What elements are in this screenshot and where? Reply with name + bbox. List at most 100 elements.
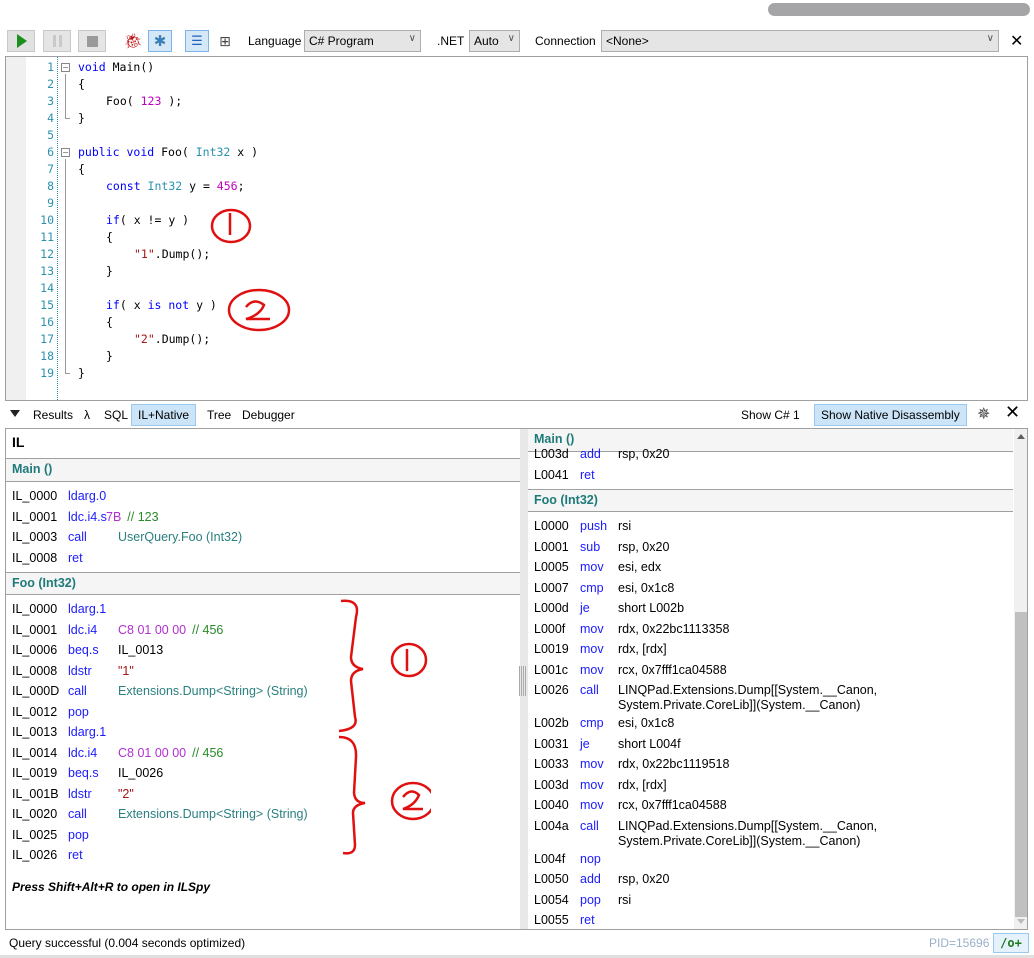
il-opcode: ldstr [68, 663, 92, 678]
chevron-down-icon: ∨ [986, 33, 994, 44]
native-row: L0050 add rsp, 0x20 [534, 869, 1013, 890]
il-section-header: Main () [6, 459, 520, 482]
il-offset: IL_0000 [12, 489, 58, 503]
native-mnemonic: cmp [580, 580, 604, 595]
native-operand: rdx, 0x22bc1119518 [618, 757, 730, 771]
native-address: L003d [534, 777, 569, 792]
il-operand: "1" [118, 661, 134, 682]
native-row: L0055 ret [534, 910, 1013, 929]
native-mnemonic: mov [580, 777, 604, 792]
code-text: if( x is not y ) [106, 298, 217, 312]
code-text: { [106, 230, 113, 244]
tab-tree[interactable]: Tree [201, 404, 237, 426]
dotnet-label: .NET [437, 34, 465, 48]
scroll-down-icon[interactable] [1017, 919, 1025, 924]
native-row: L0033 mov rdx, 0x22bc1119518 [534, 754, 1013, 775]
line-number: 10 [40, 213, 54, 227]
tab-lambda[interactable]: λ [78, 404, 96, 426]
native-operand [618, 852, 1013, 867]
il-title: IL [6, 429, 520, 459]
scroll-up-icon[interactable] [1017, 434, 1025, 439]
native-mnemonic: pop [580, 892, 601, 907]
code-text: void Main() [78, 60, 155, 74]
native-operand [618, 913, 1013, 928]
code-editor[interactable]: − − 1 void Main() 2 { 3 Foo( 123 ); 4} 5 6 p… [5, 56, 1028, 401]
il-operand: C8 01 00 00 // 456 [118, 620, 223, 641]
il-comment: // 456 [192, 622, 224, 637]
native-operand: esi, 0x1c8 [618, 716, 675, 730]
native-operand [618, 468, 1013, 483]
show-native-disassembly-button[interactable]: Show Native Disassembly [814, 404, 967, 426]
tab-sql[interactable]: SQL [98, 404, 134, 426]
optimize-toggle[interactable]: /o+ [993, 933, 1029, 953]
il-offset: IL_0006 [12, 643, 58, 657]
native-address: L0026 [534, 683, 569, 697]
native-operand: rsp, 0x20 [618, 447, 670, 461]
annotation-circle-2 [227, 288, 291, 332]
close-panel-icon[interactable]: ✕ [1005, 402, 1020, 423]
il-row: IL_0025 pop [12, 825, 520, 846]
il-row: IL_001B ldstr "2" [12, 784, 520, 805]
run-button[interactable] [7, 30, 35, 52]
il-operand-value: C8 01 00 00 [118, 745, 187, 760]
fold-toggle-icon[interactable]: − [61, 148, 70, 157]
grid-view-icon[interactable]: ⊞ [213, 30, 237, 52]
native-row: L0019 mov rdx, [rdx] [534, 639, 1013, 660]
il-offset: IL_0013 [12, 725, 58, 739]
tab-debugger[interactable]: Debugger [236, 404, 301, 426]
connection-select[interactable]: <None> ∨ [601, 30, 999, 52]
dotnet-select[interactable]: Auto ∨ [469, 30, 520, 52]
il-row: IL_000D call Extensions.Dump<String> (Stri… [12, 681, 520, 702]
collapse-triangle-icon[interactable] [10, 410, 20, 417]
scrollbar-thumb[interactable] [1015, 612, 1027, 917]
native-address: L0019 [534, 642, 569, 656]
native-address: L000d [534, 601, 569, 615]
native-pane: Main () L003d add rsp, 0x20 L0041 ret Foo (I… [528, 429, 1013, 929]
native-mnemonic: mov [580, 621, 604, 636]
line-number: 1 [47, 60, 54, 74]
il-opcode: ldarg.0 [68, 489, 107, 503]
il-comment: // 456 [192, 745, 224, 760]
native-operand: rdx, 0x22bc1113358 [618, 621, 730, 636]
il-operand-value: C8 01 00 00 [118, 622, 187, 637]
tab-il-native[interactable]: IL+Native [131, 404, 197, 426]
chevron-down-icon: ∨ [408, 33, 416, 44]
output-panel: IL Main () IL_0000 ldarg.0 IL_0001 ldc.i4.s… [5, 428, 1028, 930]
native-mnemonic: nop [580, 851, 601, 866]
splitter-grip[interactable] [519, 666, 526, 696]
list-view-icon[interactable]: ☰ [185, 30, 209, 52]
native-mnemonic: cmp [580, 716, 604, 730]
vertical-scrollbar[interactable] [1014, 429, 1027, 929]
language-value: C# Program [309, 34, 374, 48]
il-opcode: ret [68, 848, 83, 862]
native-row: L0054 pop rsi [534, 890, 1013, 911]
pause-button[interactable] [43, 30, 71, 52]
spinner-icon: ✵ [977, 406, 991, 423]
line-number: 14 [40, 281, 54, 295]
language-select[interactable]: C# Program ∨ [304, 30, 421, 52]
bug-icon[interactable]: 🐞︎ [121, 30, 145, 52]
code-text: } [78, 366, 85, 380]
tab-results[interactable]: Results [27, 404, 79, 426]
il-operand: C8 01 00 00 // 456 [118, 743, 223, 764]
close-query-icon[interactable]: ✕ [1010, 31, 1023, 51]
stop-icon [86, 35, 98, 47]
stop-button[interactable] [78, 30, 106, 52]
play-icon [17, 34, 27, 48]
il-row: IL_0000 ldarg.0 [12, 486, 520, 507]
il-row: IL_0008 ldstr "1" [12, 661, 520, 682]
show-csharp-button[interactable]: Show C# 1 [735, 404, 806, 426]
il-offset: IL_0001 [12, 509, 58, 524]
status-text: Query successful (0.004 seconds optimize… [9, 936, 246, 950]
native-row: L0040 mov rcx, 0x7fff1ca04588 [534, 795, 1013, 816]
il-opcode: beq.s [68, 766, 99, 780]
native-address: L0050 [534, 872, 569, 886]
bug-one-icon[interactable]: ✱ [148, 30, 172, 52]
annotation-circle-1 [210, 208, 252, 244]
line-number: 18 [40, 349, 54, 363]
native-row: L0000 push rsi [534, 516, 1013, 537]
il-comment: // 123 [127, 509, 159, 524]
fold-toggle-icon[interactable]: − [61, 63, 70, 72]
line-number: 16 [40, 315, 54, 329]
il-row: IL_0013 ldarg.1 [12, 722, 520, 743]
